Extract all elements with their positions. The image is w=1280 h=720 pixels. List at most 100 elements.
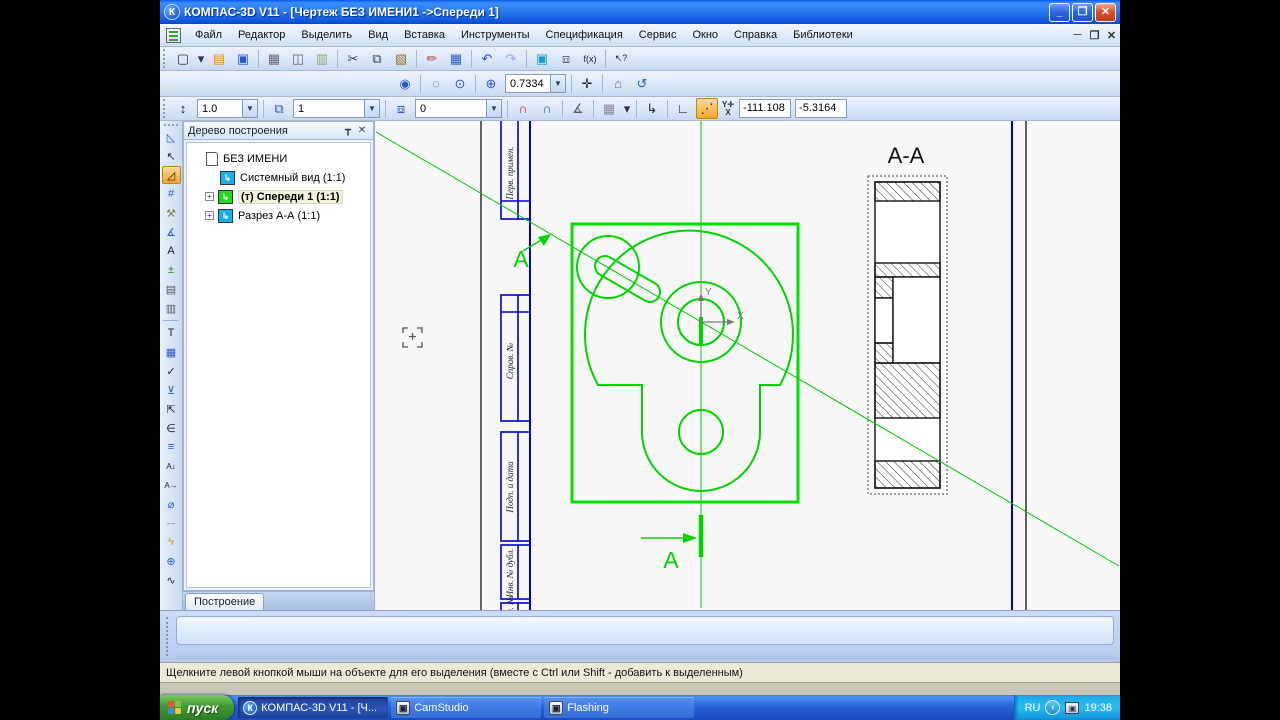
format-brush-icon[interactable]: ✏ [421,48,443,69]
menu-инструменты[interactable]: Инструменты [453,26,538,44]
quick-help-icon[interactable]: ⧈ [555,48,577,69]
zoom-area-icon[interactable]: ◺ [162,128,181,146]
parameterization-icon[interactable]: ∡ [162,223,181,241]
language-indicator[interactable]: RU [1025,702,1041,714]
dimensions-icon[interactable]: # [162,185,181,203]
chevron-down-icon[interactable]: ▼ [486,100,501,117]
menu-справка[interactable]: Справка [726,26,785,44]
pin-icon[interactable]: ┳ [341,125,355,136]
menu-сервис[interactable]: Сервис [631,26,685,44]
grid-dropdown-icon[interactable]: ▾ [622,98,632,119]
designations-a-icon[interactable]: A [162,242,181,260]
context-help-icon[interactable]: ↖? [610,48,632,69]
pan-icon[interactable]: ✛ [576,73,598,94]
fence-icon[interactable]: ≡ [162,438,181,456]
title-bar[interactable]: К КОМПАС-3D V11 - [Чертеж БЕЗ ИМЕНИ1 ->С… [160,0,1120,24]
chevron-down-icon[interactable]: ▼ [242,100,257,117]
coord-x-field[interactable]: -111.108 [739,99,791,118]
grid-icon[interactable]: ▦ [598,98,620,119]
menu-файл[interactable]: Файл [187,26,230,44]
specification-icon[interactable]: ▤ [162,280,181,298]
expand-icon[interactable]: + [205,211,214,220]
text-right-icon[interactable]: A→ [162,476,181,494]
step-combo[interactable]: 1.0▼ [197,99,258,118]
property-panel-grip[interactable] [166,617,168,656]
chevron-down-icon[interactable]: ▼ [364,100,379,117]
start-button[interactable]: пуск [160,695,234,720]
variables-window-icon[interactable]: ▣ [531,48,553,69]
show-all-icon[interactable]: ⌂ [607,73,629,94]
spreadsheet-icon[interactable]: ▦ [445,48,467,69]
layer-combo[interactable]: 0▼ [415,99,502,118]
minimize-button[interactable]: _ [1049,3,1070,22]
tree-root-row[interactable]: БЕЗ ИМЕНИ [191,149,366,168]
snap-angle-magnet-icon[interactable]: ∩ [536,98,558,119]
angle-snap-icon[interactable]: ∡ [567,98,589,119]
redo-icon[interactable]: ↷ [500,48,522,69]
panel-grip[interactable] [164,124,177,126]
table-tool-icon[interactable]: ▦ [162,343,181,361]
text-tool-icon[interactable]: T [162,324,181,342]
center-marker-icon[interactable]: ⊕ [162,552,181,570]
taskbar-task-3[interactable]: ▣Flashing [544,697,694,718]
layer-combo-value[interactable]: 0 [416,103,486,115]
zoom-fit-icon[interactable]: ⊙ [449,73,471,94]
document-menu-icon[interactable] [166,28,181,43]
new-dropdown-icon[interactable]: ▾ [196,48,206,69]
print-preview-icon[interactable]: ◫ [287,48,309,69]
copy-icon[interactable]: ⧉ [366,48,388,69]
tree-item-row[interactable]: ↳Системный вид (1:1) [191,168,366,187]
menu-вид[interactable]: Вид [360,26,396,44]
parametric-mode-icon[interactable]: ⋰ [696,98,718,119]
wave-line-icon[interactable]: ∿ [162,571,181,589]
toolbar-grip[interactable] [163,99,168,117]
zoom-scale-combo-value[interactable]: 0.7334 [506,78,550,90]
selection-plusminus-icon[interactable]: ± [162,261,181,279]
roughness-icon[interactable]: ✓ [162,362,181,380]
cut-icon[interactable]: ✂ [342,48,364,69]
document-manager-icon[interactable]: ▥ [311,48,333,69]
section-view-a-a[interactable]: А-А [868,143,947,494]
zoom-selected-icon[interactable]: ◉ [394,73,416,94]
reports-icon[interactable]: ▥ [162,299,181,317]
menu-спецификация[interactable]: Спецификация [538,26,631,44]
view-combo-value[interactable]: 1 [294,103,364,115]
tab-construction[interactable]: Построение [185,593,264,610]
step-combo-value[interactable]: 1.0 [198,103,242,115]
snap-magnet-icon[interactable]: ∩ [512,98,534,119]
layers-icon[interactable]: ⧈ [390,98,412,119]
ortho-icon[interactable]: ∟ [672,98,694,119]
close-panel-icon[interactable]: ✕ [355,125,369,136]
copies-icon[interactable]: ⧉ [268,98,290,119]
diameter-icon[interactable]: ⌀ [162,495,181,513]
measure-icon[interactable]: ↖ [162,147,181,165]
fx-icon[interactable]: f(x) [579,48,601,69]
taskbar-task-1[interactable]: ККОМПАС-3D V11 - [Ч... [238,697,388,718]
dash-line-icon[interactable]: -·- [162,514,181,532]
menu-библиотеки[interactable]: Библиотеки [785,26,861,44]
geometry-icon[interactable]: ◿ [162,166,181,184]
mdi-close-button[interactable]: ✕ [1103,29,1120,42]
zoom-scale-combo[interactable]: 0.7334▼ [505,74,566,93]
lightning-icon[interactable]: ϟ [162,533,181,551]
menu-окно[interactable]: Окно [684,26,726,44]
mdi-restore-button[interactable]: ❐ [1086,29,1103,42]
drawing-canvas[interactable]: Перв. примен. Справ. № Подп. и дата Инв.… [375,121,1120,610]
mdi-minimize-button[interactable]: ─ [1069,29,1086,41]
taskbar-task-2[interactable]: ▣CamStudio [391,697,541,718]
paste-icon[interactable]: ▧ [390,48,412,69]
base-designation-icon[interactable]: ⊻ [162,381,181,399]
tree-item-row[interactable]: +↳(т) Спереди 1 (1:1) [191,187,366,206]
editing-icon[interactable]: ⚒ [162,204,181,222]
zoom-in-icon[interactable]: ⊕ [480,73,502,94]
drawing-geometry[interactable]: А А [376,121,1119,608]
leader-arrows-icon[interactable]: ⇱ [162,400,181,418]
zoom-frame-icon[interactable]: ◌ [425,73,447,94]
toolbar-grip[interactable] [163,49,168,67]
leader-e-icon[interactable]: ∈ [162,419,181,437]
tree-item-row[interactable]: +↳Разрез А-А (1:1) [191,206,366,225]
open-folder-icon[interactable]: ▤ [208,48,230,69]
new-document-icon[interactable]: ▢ [172,48,194,69]
save-icon[interactable]: ▣ [232,48,254,69]
undo-icon[interactable]: ↶ [476,48,498,69]
